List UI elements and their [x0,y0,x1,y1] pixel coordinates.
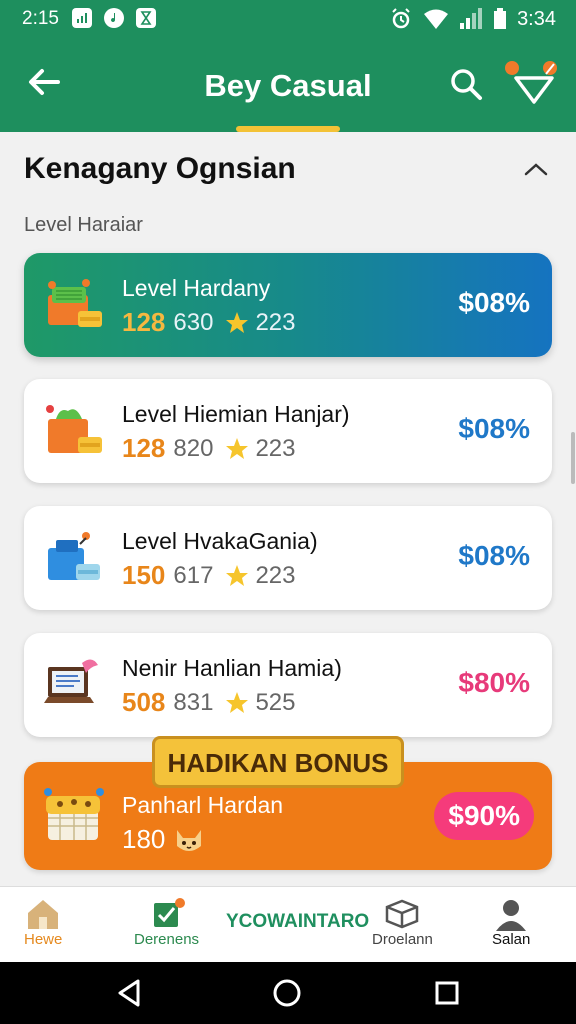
gift-stack-icon [48,279,102,327]
item-star-value: 223 [255,561,296,589]
item-name: Level Hardany [122,275,271,301]
status-time-right: 3:34 [517,7,556,30]
item-star-value: 223 [255,308,296,336]
item-percent: $08% [458,540,530,571]
hourglass-icon [136,8,156,28]
item-primary-value: 128 [122,307,166,337]
item-star-value: 223 [255,434,296,462]
app-title: Bey Casual [204,68,372,103]
ribbon-label: HADIKAN BONUS [167,748,389,778]
battery-icon [494,8,507,29]
nav-salan[interactable]: Salan [492,897,530,948]
content-area: Kenagany Ognsian Level Haraiar Level Har… [0,132,576,886]
list-item[interactable]: Level Hardany 128 630 223 $08% [24,253,552,357]
item-star-value: 525 [255,688,296,716]
nav-derenens-label: Derenens [134,931,200,948]
star-icon [226,311,249,333]
section-title: Kenagany Ognsian [24,152,296,185]
treasure-chest-icon [44,788,104,840]
item-percent: $08% [458,413,530,444]
star-icon [226,564,249,586]
star-icon [226,437,249,459]
nav-home-label: Hewe [24,931,63,948]
blue-box-icon [48,532,100,580]
system-navigation [0,962,576,1024]
nav-derenens[interactable]: Derenens [134,897,199,948]
scrollbar-thumb[interactable] [571,432,575,484]
bonus-stat-value: 180 [122,824,166,854]
item-stats: 128 630 223 [122,307,295,338]
list-item[interactable]: Level HvakaGania) 150 617 223 $08% [24,506,552,610]
nav-home[interactable]: Hewe [24,897,62,948]
status-bar: 2:15 3:34 [0,0,576,38]
status-left-icons [72,8,156,28]
item-stats: 508 831 525 [122,687,295,718]
filter-icon[interactable] [502,58,564,108]
signal-box-icon [72,8,92,28]
box-icon [386,899,419,929]
item-name: Nenir Hanlian Hamia) [122,655,342,681]
house-icon [28,900,59,929]
bonus-stat: 180 [122,824,205,855]
star-icon [226,691,249,713]
item-secondary-value: 820 [173,434,214,462]
bonus-name: Panharl Hardan [122,792,284,818]
app-bar: Bey Casual [0,38,576,132]
item-secondary-value: 617 [173,561,214,589]
back-triangle-icon[interactable] [112,976,146,1010]
cell-signal-icon [460,8,483,29]
search-icon[interactable] [448,66,484,102]
list-item[interactable]: Level Hiemian Hanjar) 128 820 223 $08% [24,379,552,483]
status-time-left: 2:15 [22,8,59,29]
item-primary-value: 128 [122,433,166,463]
item-secondary-value: 831 [173,688,214,716]
nav-droelann-label: Droelann [372,931,433,948]
bonus-ribbon: HADIKAN BONUS [152,736,404,788]
gift-box-icon [46,405,102,453]
item-secondary-value: 630 [173,308,214,336]
alarm-icon [392,8,410,29]
nav-salan-label: Salan [492,931,531,948]
list-item[interactable]: Nenir Hanlian Hamia) 508 831 525 $80% [24,633,552,737]
nav-center-label[interactable]: YCOWAINTARO [226,911,369,933]
bonus-percent-badge: $90% [434,792,534,840]
item-stats: 150 617 223 [122,560,295,591]
checklist-icon [153,898,185,927]
wifi-icon [424,9,449,29]
item-stats: 128 820 223 [122,433,295,464]
bottom-navigation: Hewe Derenens YCOWAINTARO Droelann Salan [0,886,576,962]
item-name: Level Hiemian Hanjar) [122,401,350,427]
chevron-up-icon[interactable] [522,160,550,180]
status-right: 3:34 [389,7,556,31]
item-percent: $80% [458,667,530,698]
person-icon [496,900,527,931]
item-primary-value: 508 [122,687,166,717]
item-name: Level HvakaGania) [122,528,318,554]
cat-face-icon [177,829,202,851]
item-percent: $08% [458,287,530,318]
laptop-icon [44,659,98,703]
item-primary-value: 150 [122,560,166,590]
section-subhead: Level Haraiar [24,214,143,236]
recents-square-icon[interactable] [430,976,464,1010]
home-circle-icon[interactable] [270,976,304,1010]
nav-droelann[interactable]: Droelann [372,897,433,948]
music-note-icon [104,8,124,28]
